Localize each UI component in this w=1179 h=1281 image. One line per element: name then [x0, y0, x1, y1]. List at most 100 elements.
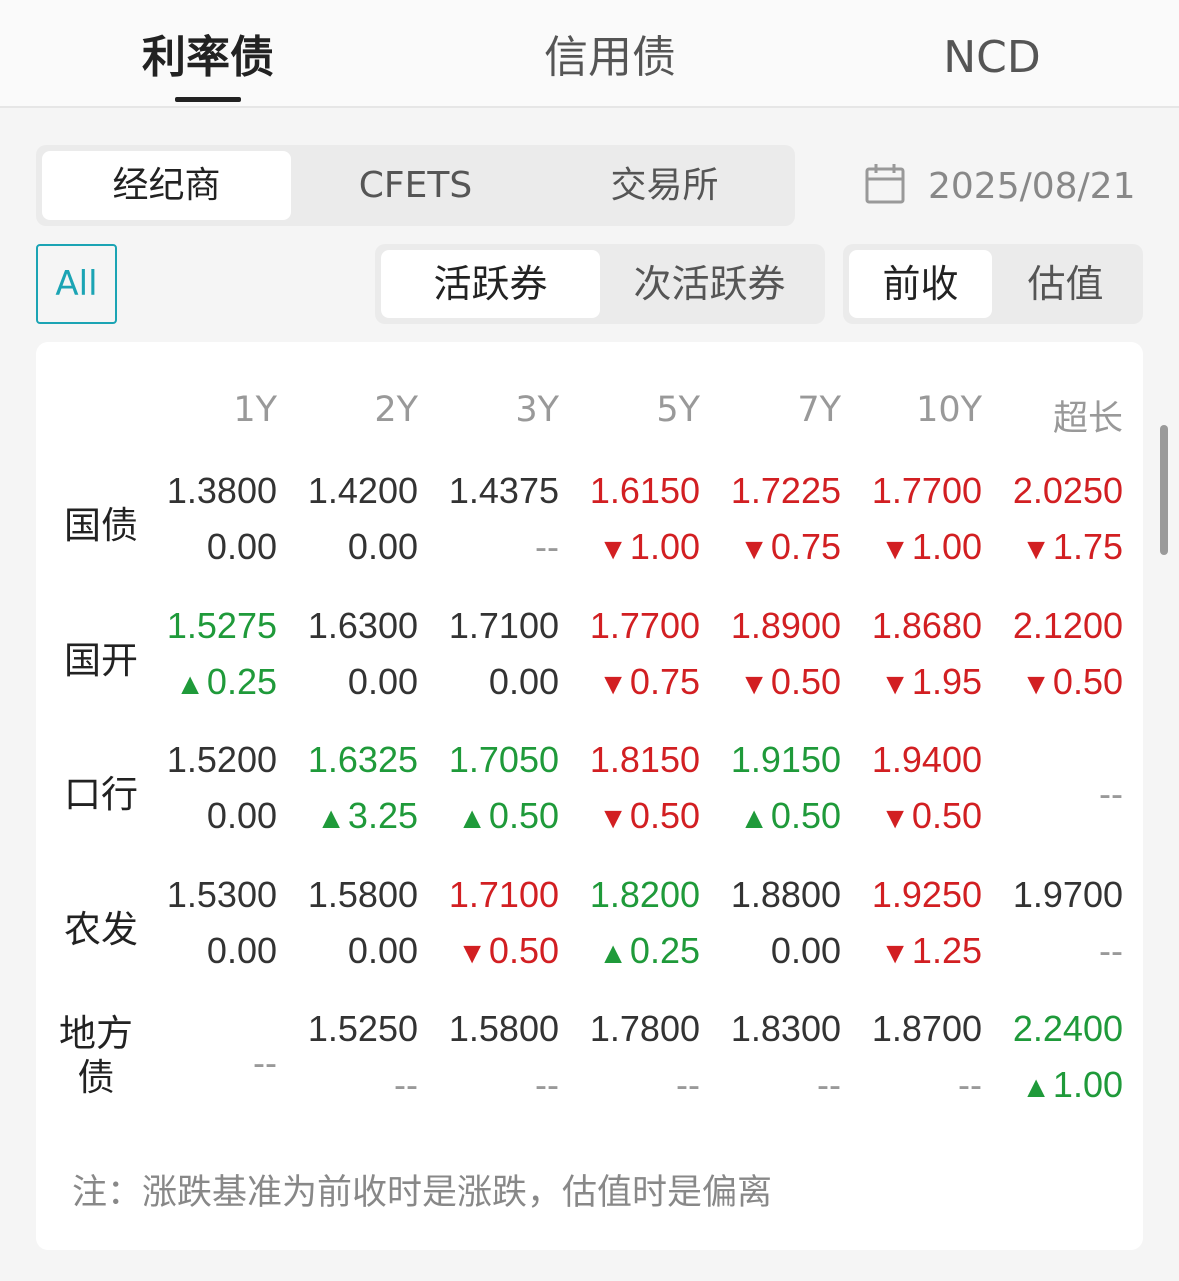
row-label: 农发	[64, 908, 138, 951]
yield-value[interactable]: 1.7100	[429, 605, 559, 647]
change-text: 0.50	[1052, 661, 1123, 702]
yield-value[interactable]: 2.1200	[993, 605, 1123, 647]
yield-value[interactable]: 1.6300	[288, 605, 418, 647]
change-value: ▲0.50	[429, 795, 559, 837]
source-broker[interactable]: 经纪商	[42, 151, 291, 220]
change-value: 0.00	[288, 526, 418, 568]
change-value: ▼1.00	[852, 526, 982, 568]
yield-value[interactable]: 1.4200	[288, 470, 418, 512]
change-value: ▼1.75	[993, 526, 1123, 568]
change-text: 0.75	[629, 661, 700, 702]
tab-label: 信用债	[544, 32, 676, 83]
yield-value[interactable]: 1.9700	[993, 874, 1123, 916]
yield-value[interactable]: 1.6325	[288, 739, 418, 781]
tab-secondary-active-bonds[interactable]: 次活跃券	[600, 250, 819, 318]
change-text: --	[1099, 930, 1123, 971]
change-value: ▼1.95	[852, 661, 982, 703]
yield-value[interactable]: 1.7225	[711, 470, 841, 512]
change-value: 0.00	[288, 930, 418, 972]
change-text: --	[394, 1064, 418, 1105]
tab-previous-close[interactable]: 前收	[849, 250, 992, 318]
table-cell-empty: --	[1099, 773, 1123, 814]
change-value: ▼0.50	[429, 930, 559, 972]
yield-value[interactable]: 1.7700	[570, 605, 700, 647]
change-value: --	[570, 1064, 700, 1106]
change-value: ▼0.50	[711, 661, 841, 703]
yield-value[interactable]: 1.9400	[852, 739, 982, 781]
change-value: ▲0.50	[711, 795, 841, 837]
tab-ncd[interactable]: NCD	[930, 26, 1054, 90]
yield-value[interactable]: 1.8800	[711, 874, 841, 916]
tab-rate-bonds[interactable]: 利率债	[128, 26, 288, 102]
yield-value[interactable]: 2.0250	[993, 470, 1123, 512]
change-value: 0.00	[147, 526, 277, 568]
yield-value[interactable]: 1.7800	[570, 1008, 700, 1050]
tab-label: 利率债	[142, 32, 274, 83]
yield-value[interactable]: 1.8300	[711, 1008, 841, 1050]
change-value: ▲1.00	[993, 1064, 1123, 1106]
change-text: 0.75	[770, 526, 841, 567]
yield-value[interactable]: 1.8700	[852, 1008, 982, 1050]
yield-value[interactable]: 1.5250	[288, 1008, 418, 1050]
yield-value[interactable]: 1.7050	[429, 739, 559, 781]
change-value: ▲3.25	[288, 795, 418, 837]
triangle-down-icon: ▼	[739, 533, 769, 566]
change-value: --	[429, 1064, 559, 1106]
yield-value[interactable]: 1.9150	[711, 739, 841, 781]
date-picker[interactable]: 2025/08/21	[862, 160, 1136, 212]
change-value: --	[288, 1064, 418, 1106]
change-text: 0.50	[629, 795, 700, 836]
change-text: 0.50	[488, 930, 559, 971]
yield-value[interactable]: 1.5275	[147, 605, 277, 647]
yield-value[interactable]: 1.3800	[147, 470, 277, 512]
source-exchange[interactable]: 交易所	[540, 151, 789, 220]
tab-valuation[interactable]: 估值	[994, 250, 1137, 318]
scrollbar[interactable]	[1160, 425, 1168, 555]
column-header: 1Y	[233, 390, 277, 430]
row-label: 国开	[64, 639, 138, 682]
triangle-up-icon: ▲	[316, 802, 346, 835]
yield-value[interactable]: 1.7700	[852, 470, 982, 512]
triangle-down-icon: ▼	[598, 533, 628, 566]
yield-value[interactable]: 1.5800	[288, 874, 418, 916]
change-text: 0.50	[770, 795, 841, 836]
tab-credit-bonds[interactable]: 信用债	[530, 26, 690, 90]
change-text: 0.00	[206, 526, 277, 567]
change-text: --	[958, 1064, 982, 1105]
yield-value[interactable]: 1.9250	[852, 874, 982, 916]
yield-value[interactable]: 1.6150	[570, 470, 700, 512]
date-value: 2025/08/21	[928, 165, 1136, 207]
triangle-down-icon: ▼	[1021, 533, 1051, 566]
change-value: --	[711, 1064, 841, 1106]
source-cfets[interactable]: CFETS	[291, 151, 540, 220]
change-text: 0.25	[629, 930, 700, 971]
change-value: --	[993, 930, 1123, 972]
triangle-down-icon: ▼	[1021, 668, 1051, 701]
top-tab-bar: 利率债 信用债 NCD	[0, 0, 1179, 108]
change-value: 0.00	[288, 661, 418, 703]
basis-selector: 前收 估值	[843, 244, 1143, 324]
change-text: --	[535, 526, 559, 567]
yield-value[interactable]: 1.5200	[147, 739, 277, 781]
yield-value[interactable]: 1.8900	[711, 605, 841, 647]
change-text: 0.25	[206, 661, 277, 702]
yield-value[interactable]: 1.5300	[147, 874, 277, 916]
yield-value[interactable]: 1.8680	[852, 605, 982, 647]
tab-active-bonds[interactable]: 活跃券	[381, 250, 600, 318]
row-label: 地方债	[59, 1012, 133, 1099]
yield-value[interactable]: 1.8150	[570, 739, 700, 781]
change-value: ▼1.25	[852, 930, 982, 972]
all-filter-button[interactable]: All	[36, 244, 117, 324]
source-selector: 经纪商 CFETS 交易所	[36, 145, 795, 226]
change-value: ▼0.50	[570, 795, 700, 837]
yield-value[interactable]: 1.7100	[429, 874, 559, 916]
yield-value[interactable]: 1.5800	[429, 1008, 559, 1050]
tab-label: NCD	[943, 32, 1041, 83]
yield-value[interactable]: 2.2400	[993, 1008, 1123, 1050]
triangle-down-icon: ▼	[880, 937, 910, 970]
triangle-down-icon: ▼	[880, 533, 910, 566]
change-value: ▼0.75	[570, 661, 700, 703]
yield-value[interactable]: 1.4375	[429, 470, 559, 512]
yield-value[interactable]: 1.8200	[570, 874, 700, 916]
change-value: 0.00	[711, 930, 841, 972]
